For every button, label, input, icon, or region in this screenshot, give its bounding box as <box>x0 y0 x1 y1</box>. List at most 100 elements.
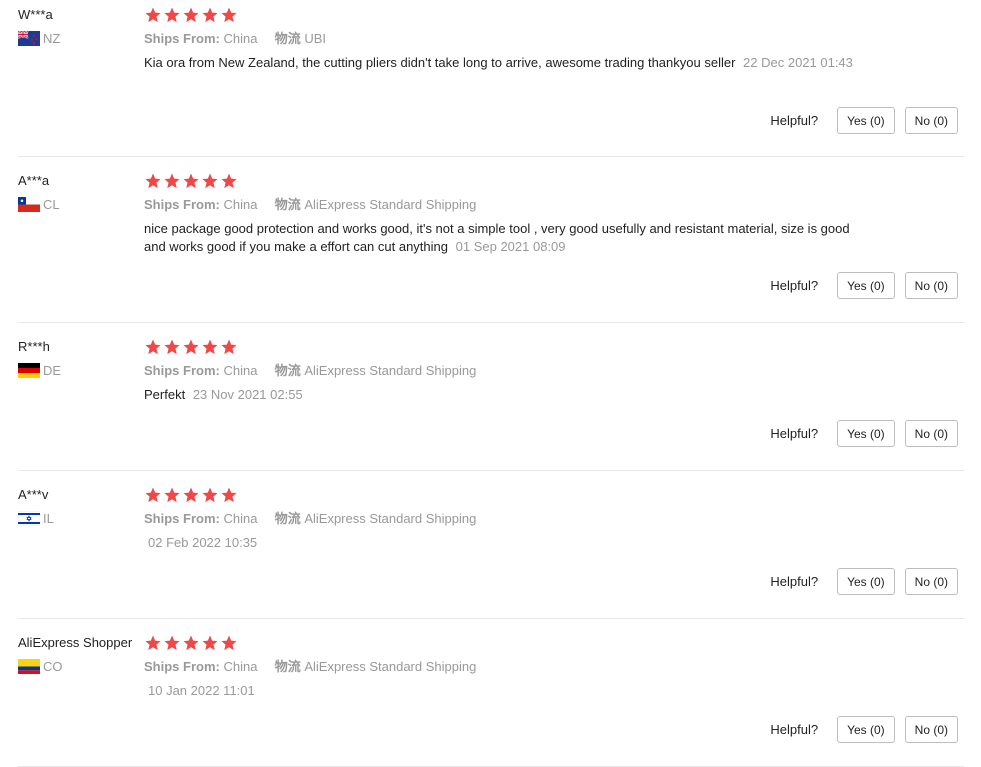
star-icon <box>220 486 238 504</box>
review-date: 23 Nov 2021 02:55 <box>192 387 303 402</box>
helpful-label: Helpful? <box>770 574 819 589</box>
helpful-label: Helpful? <box>770 278 819 293</box>
shipping-info: Ships From: China 物流 AliExpress Standard… <box>144 510 864 528</box>
de-flag-icon <box>18 363 40 378</box>
star-icon <box>220 634 238 652</box>
helpful-vote: Helpful? Yes (0) No (0) <box>770 716 958 743</box>
logistics-label: 物流 <box>274 511 301 526</box>
review-text: Kia ora from New Zealand, the cutting pl… <box>144 55 736 70</box>
star-icon <box>144 338 162 356</box>
ships-from-label: Ships From: <box>144 511 220 526</box>
review-text-block: nice package good protection and works g… <box>144 220 856 256</box>
shipping-info: Ships From: China 物流 AliExpress Standard… <box>144 196 864 214</box>
review-item: A***v IL Ships From: China 物流 AliExpress… <box>18 471 964 619</box>
star-icon <box>163 172 181 190</box>
review-list: W***a NZ Ships From: China 物流 UBI Kia or… <box>0 0 981 767</box>
shipping-info: Ships From: China 物流 AliExpress Standard… <box>144 658 864 676</box>
review-text-block: Perfekt 23 Nov 2021 02:55 <box>144 386 864 404</box>
star-icon <box>163 6 181 24</box>
vote-yes-button[interactable]: Yes (0) <box>837 716 895 743</box>
star-icon <box>201 172 219 190</box>
star-icon <box>144 172 162 190</box>
review-text: Perfekt <box>144 387 186 402</box>
logistics-label: 物流 <box>274 659 301 674</box>
review-item: A***a CL Ships From: China 物流 AliExpress… <box>18 157 964 323</box>
ships-from-value: China <box>223 511 258 526</box>
vote-no-button[interactable]: No (0) <box>904 272 958 299</box>
reviewer-info: R***h DE <box>18 338 140 378</box>
review-date: 22 Dec 2021 01:43 <box>743 55 853 70</box>
reviewer-info: A***v IL <box>18 486 140 526</box>
star-rating <box>144 338 864 356</box>
ships-from-value: China <box>223 659 258 674</box>
vote-no-button[interactable]: No (0) <box>904 568 958 595</box>
country-code: CL <box>43 197 60 212</box>
star-icon <box>182 338 200 356</box>
vote-yes-button[interactable]: Yes (0) <box>837 568 895 595</box>
star-icon <box>163 486 181 504</box>
star-icon <box>182 486 200 504</box>
star-icon <box>144 634 162 652</box>
reviewer-info: AliExpress Shopper CO <box>18 634 140 674</box>
vote-yes-button[interactable]: Yes (0) <box>837 420 895 447</box>
il-flag-icon <box>18 511 40 526</box>
star-icon <box>182 172 200 190</box>
helpful-vote: Helpful? Yes (0) No (0) <box>770 568 958 595</box>
country-code: NZ <box>43 31 61 46</box>
nz-flag-icon <box>18 31 40 46</box>
shipping-info: Ships From: China 物流 AliExpress Standard… <box>144 362 864 380</box>
logistics-value: AliExpress Standard Shipping <box>304 197 477 212</box>
reviewer-name: W***a <box>18 7 53 22</box>
helpful-vote: Helpful? Yes (0) No (0) <box>770 107 958 134</box>
star-rating <box>144 486 864 504</box>
review-date: 10 Jan 2022 11:01 <box>148 683 255 698</box>
ships-from-label: Ships From: <box>144 363 220 378</box>
helpful-label: Helpful? <box>770 426 819 441</box>
review-text-block: 02 Feb 2022 10:35 <box>144 534 864 552</box>
vote-no-button[interactable]: No (0) <box>904 420 958 447</box>
helpful-label: Helpful? <box>770 113 819 128</box>
ships-from-label: Ships From: <box>144 197 220 212</box>
logistics-value: AliExpress Standard Shipping <box>304 511 477 526</box>
star-icon <box>201 338 219 356</box>
star-icon <box>220 6 238 24</box>
ships-from-value: China <box>223 363 258 378</box>
vote-no-button[interactable]: No (0) <box>904 107 958 134</box>
review-item: R***h DE Ships From: China 物流 AliExpress… <box>18 323 964 471</box>
reviewer-info: A***a CL <box>18 172 140 212</box>
star-icon <box>201 6 219 24</box>
logistics-label: 物流 <box>274 363 301 378</box>
star-icon <box>144 6 162 24</box>
star-rating <box>144 6 864 24</box>
vote-yes-button[interactable]: Yes (0) <box>837 107 895 134</box>
reviewer-name: R***h <box>18 339 50 354</box>
vote-yes-button[interactable]: Yes (0) <box>837 272 895 299</box>
logistics-label: 物流 <box>274 31 301 46</box>
star-rating <box>144 172 864 190</box>
star-icon <box>220 172 238 190</box>
ships-from-value: China <box>223 197 258 212</box>
country-code: IL <box>43 511 54 526</box>
co-flag-icon <box>18 659 40 674</box>
helpful-label: Helpful? <box>770 722 819 737</box>
logistics-value: UBI <box>304 31 326 46</box>
logistics-value: AliExpress Standard Shipping <box>304 659 477 674</box>
logistics-value: AliExpress Standard Shipping <box>304 363 477 378</box>
vote-no-button[interactable]: No (0) <box>904 716 958 743</box>
star-icon <box>201 634 219 652</box>
ships-from-label: Ships From: <box>144 31 220 46</box>
logistics-label: 物流 <box>274 197 301 212</box>
helpful-vote: Helpful? Yes (0) No (0) <box>770 420 958 447</box>
country-code: DE <box>43 363 62 378</box>
star-icon <box>201 486 219 504</box>
reviewer-name: AliExpress Shopper <box>18 635 133 650</box>
shipping-info: Ships From: China 物流 UBI <box>144 30 864 48</box>
star-icon <box>220 338 238 356</box>
reviewer-name: A***v <box>18 487 49 502</box>
review-text-block: 10 Jan 2022 11:01 <box>144 682 864 700</box>
reviewer-name: A***a <box>18 173 50 188</box>
star-icon <box>144 486 162 504</box>
ships-from-label: Ships From: <box>144 659 220 674</box>
review-date: 02 Feb 2022 10:35 <box>148 535 258 550</box>
review-date: 01 Sep 2021 08:09 <box>455 239 566 254</box>
